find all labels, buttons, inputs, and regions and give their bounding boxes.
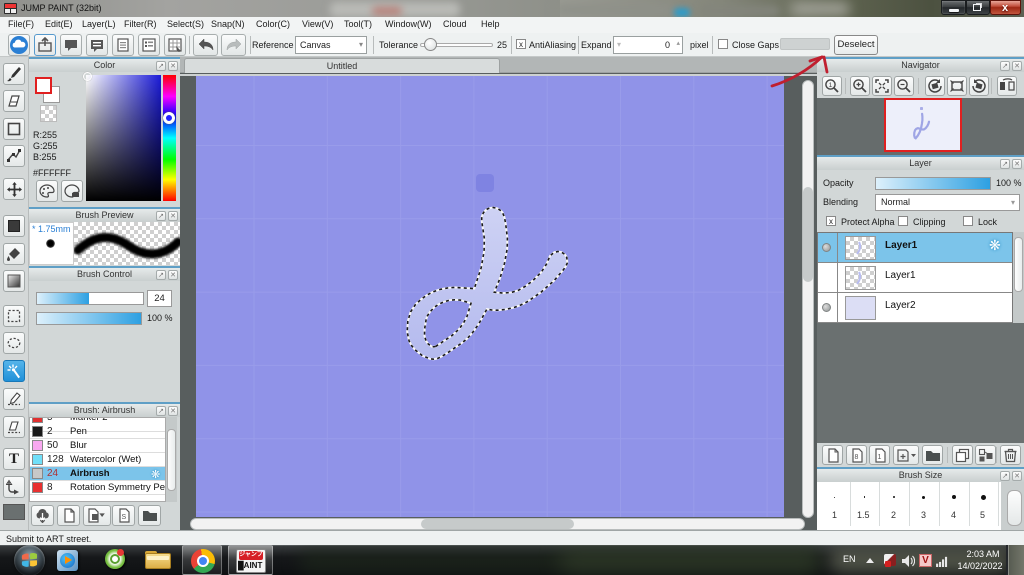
svg-text:8: 8: [854, 454, 858, 461]
svg-text:S: S: [121, 514, 126, 521]
svg-text:1: 1: [877, 454, 881, 461]
